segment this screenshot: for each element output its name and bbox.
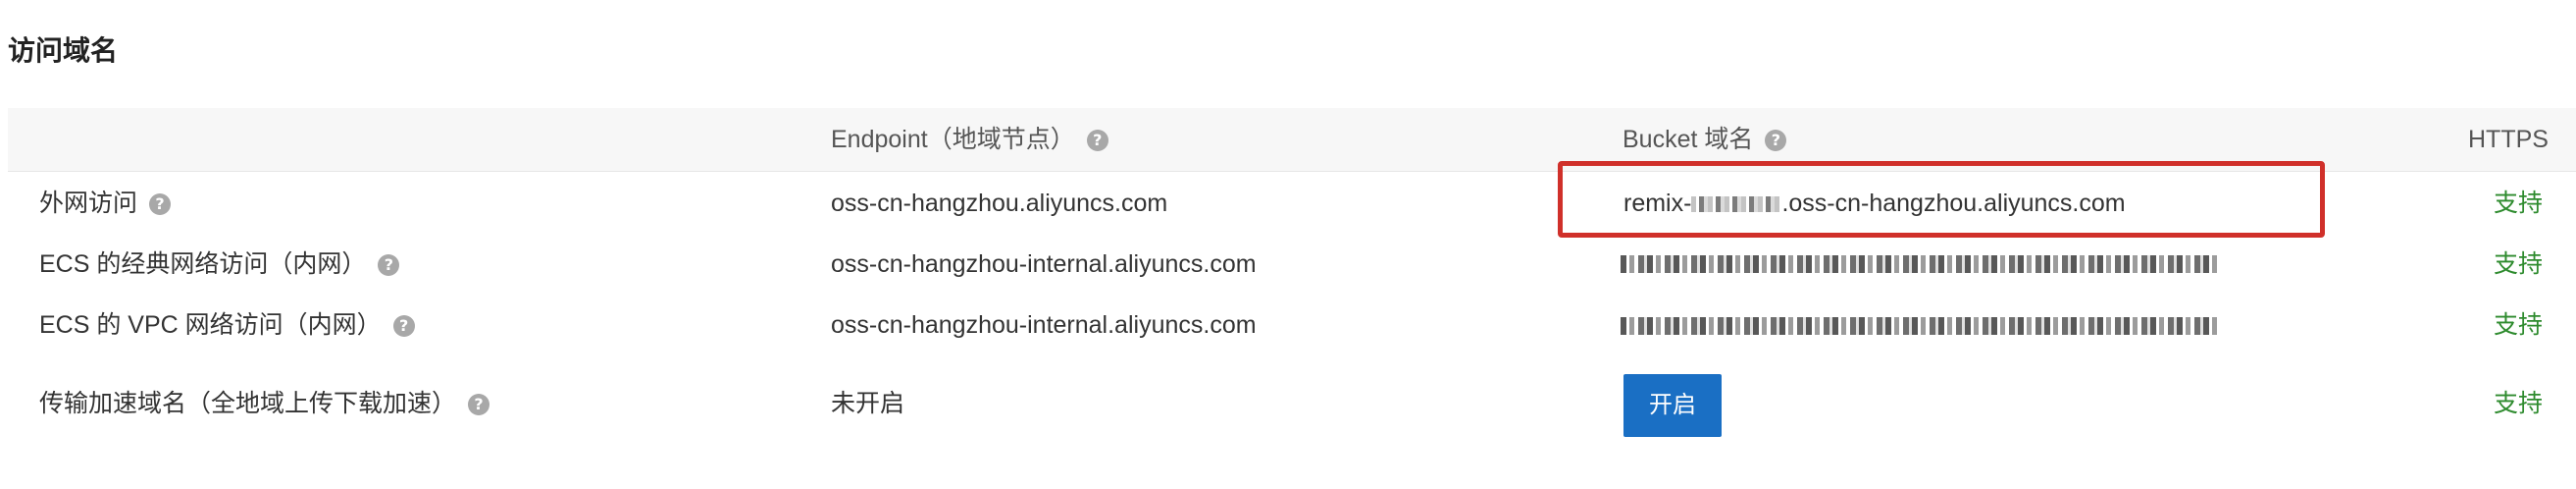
https-support: 支持 (2494, 311, 2544, 339)
row-name-label: ECS 的 VPC 网络访问（内网） (39, 311, 382, 339)
https-support: 支持 (2494, 390, 2544, 417)
header-endpoint-label: Endpoint（地域节点） (831, 126, 1075, 153)
row-name: 传输加速域名（全地域上传下载加速）? (39, 388, 490, 419)
help-icon[interactable]: ? (1765, 130, 1787, 152)
row-name-label: 传输加速域名（全地域上传下载加速） (39, 390, 457, 417)
highlight-annotation (1558, 161, 2325, 238)
row-name: 外网访问? (39, 188, 172, 219)
redacted-bucket-domain (1621, 255, 2221, 273)
https-support: 支持 (2494, 250, 2544, 278)
help-icon[interactable]: ? (392, 315, 415, 338)
help-icon[interactable]: ? (1086, 130, 1108, 152)
help-icon[interactable]: ? (468, 394, 490, 416)
row-name: ECS 的 VPC 网络访问（内网）? (39, 309, 415, 341)
row-name-label: ECS 的经典网络访问（内网） (39, 250, 367, 278)
row-endpoint: oss-cn-hangzhou.aliyuncs.com (831, 190, 1168, 217)
https-support: 支持 (2494, 190, 2544, 217)
row-endpoint: 未开启 (831, 390, 905, 417)
enable-acceleration-button[interactable]: 开启 (1623, 374, 1722, 437)
help-icon[interactable]: ? (378, 254, 400, 277)
help-icon[interactable]: ? (149, 193, 172, 216)
row-name: ECS 的经典网络访问（内网）? (39, 248, 400, 280)
header-bucket-domain: Bucket 域名? (1623, 124, 1787, 155)
row-endpoint: oss-cn-hangzhou-internal.aliyuncs.com (831, 250, 1257, 278)
redacted-bucket-domain (1621, 317, 2221, 335)
row-endpoint: oss-cn-hangzhou-internal.aliyuncs.com (831, 311, 1257, 339)
header-https: HTTPS (2468, 126, 2549, 153)
header-endpoint: Endpoint（地域节点）? (831, 124, 1108, 155)
header-bucket-domain-label: Bucket 域名 (1623, 126, 1754, 153)
section-title: 访问域名 (8, 34, 119, 67)
row-name-label: 外网访问 (39, 190, 138, 217)
